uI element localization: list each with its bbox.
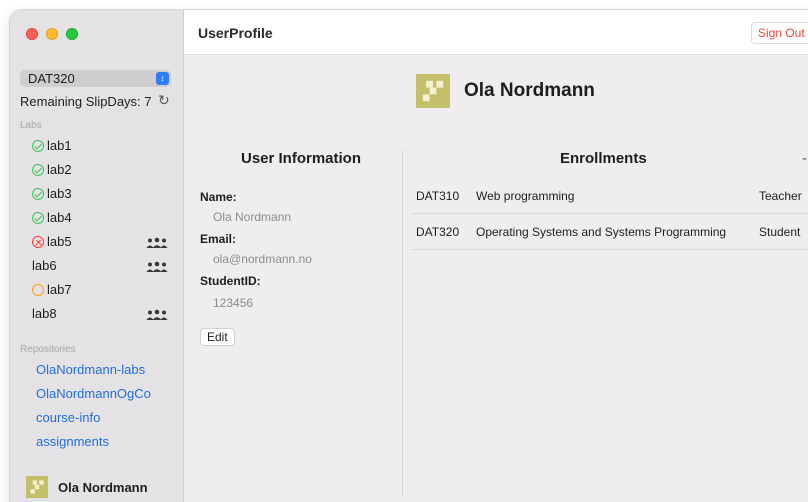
student-id-label: StudentID: bbox=[200, 274, 261, 288]
pending-circle-icon bbox=[32, 284, 44, 296]
check-circle-icon bbox=[32, 164, 44, 176]
student-id-value: 123456 bbox=[213, 296, 254, 310]
check-circle-icon bbox=[32, 140, 44, 152]
group-icon bbox=[146, 309, 168, 320]
sidebar-item-lab6[interactable]: lab6 bbox=[32, 257, 57, 275]
repo-link[interactable]: OlaNordmannOgCo bbox=[36, 386, 151, 401]
course-role: Teacher bbox=[759, 189, 802, 203]
sidebar-item-lab1[interactable]: lab1 bbox=[32, 137, 72, 155]
sidebar-item-lab5[interactable]: lab5 bbox=[32, 233, 72, 251]
repo-link[interactable]: course-info bbox=[36, 410, 100, 425]
course-role: Student bbox=[759, 225, 801, 239]
avatar bbox=[26, 476, 48, 498]
repo-link[interactable]: OlaNordmann-labs bbox=[36, 362, 145, 377]
sign-out-button[interactable]: Sign Out bbox=[751, 22, 808, 44]
user-information-panel: User Information Name: Ola Nordmann Emai… bbox=[200, 150, 400, 346]
x-circle-icon bbox=[32, 236, 44, 248]
email-label: Email: bbox=[200, 232, 237, 246]
minimize-window-button[interactable] bbox=[46, 28, 58, 40]
group-icon bbox=[146, 261, 168, 272]
sidebar-item-lab2[interactable]: lab2 bbox=[32, 161, 72, 179]
main-content: UserProfile Sign Out Ola Nordmann User I… bbox=[184, 10, 808, 502]
remaining-slipdays: Remaining SlipDays: 7 bbox=[20, 94, 152, 109]
check-circle-icon bbox=[32, 212, 44, 224]
refresh-icon[interactable]: ↻ bbox=[158, 92, 170, 109]
name-label: Name: bbox=[200, 190, 237, 204]
edit-button[interactable]: Edit bbox=[200, 328, 235, 346]
course-code: DAT310 bbox=[416, 189, 460, 203]
course-select-value: DAT320 bbox=[28, 71, 75, 86]
course-code: DAT320 bbox=[416, 225, 460, 239]
lab-label: lab5 bbox=[47, 234, 72, 249]
lab-label: lab3 bbox=[47, 186, 72, 201]
course-select[interactable]: DAT320 ↕ bbox=[20, 70, 171, 87]
course-name: Web programming bbox=[476, 189, 575, 203]
sidebar-item-lab7[interactable]: lab7 bbox=[32, 281, 72, 299]
name-value: Ola Nordmann bbox=[213, 210, 292, 224]
enrollments-heading: Enrollments bbox=[560, 150, 647, 167]
page-title: UserProfile bbox=[198, 25, 273, 41]
zoom-window-button[interactable] bbox=[66, 28, 78, 40]
lab-label: lab1 bbox=[47, 138, 72, 153]
sidebar-item-lab8[interactable]: lab8 bbox=[32, 305, 57, 323]
table-row[interactable]: DAT320 Operating Systems and Systems Pro… bbox=[412, 214, 808, 250]
profile-header: Ola Nordmann bbox=[416, 74, 595, 108]
check-circle-icon bbox=[32, 188, 44, 200]
sidebar: DAT320 ↕ Remaining SlipDays: 7 ↻ Labs la… bbox=[10, 10, 184, 502]
lab-label: lab8 bbox=[32, 306, 57, 321]
enrollments-trailing-mark: - bbox=[802, 150, 807, 167]
labs-heading: Labs bbox=[20, 120, 42, 131]
divider bbox=[402, 150, 403, 496]
sidebar-user[interactable]: Ola Nordmann bbox=[26, 476, 148, 498]
sidebar-item-lab3[interactable]: lab3 bbox=[32, 185, 72, 203]
table-row[interactable]: DAT310 Web programming Teacher bbox=[412, 178, 808, 214]
course-name: Operating Systems and Systems Programmin… bbox=[476, 225, 727, 239]
lab-label: lab4 bbox=[47, 210, 72, 225]
user-info-heading: User Information bbox=[240, 150, 361, 167]
app-window: DAT320 ↕ Remaining SlipDays: 7 ↻ Labs la… bbox=[10, 10, 808, 502]
repositories-heading: Repositories bbox=[20, 344, 76, 355]
lab-label: lab6 bbox=[32, 258, 57, 273]
sidebar-item-lab4[interactable]: lab4 bbox=[32, 209, 72, 227]
lab-label: lab2 bbox=[47, 162, 72, 177]
repo-link[interactable]: assignments bbox=[36, 434, 109, 449]
window-controls bbox=[26, 28, 78, 40]
avatar bbox=[416, 74, 450, 108]
lab-label: lab7 bbox=[47, 282, 72, 297]
profile-name: Ola Nordmann bbox=[464, 80, 595, 101]
close-window-button[interactable] bbox=[26, 28, 38, 40]
sidebar-user-name: Ola Nordmann bbox=[58, 479, 148, 495]
email-value: ola@nordmann.no bbox=[213, 252, 312, 266]
group-icon bbox=[146, 237, 168, 248]
chevron-updown-icon: ↕ bbox=[156, 72, 169, 85]
title-bar: UserProfile Sign Out bbox=[184, 10, 808, 55]
